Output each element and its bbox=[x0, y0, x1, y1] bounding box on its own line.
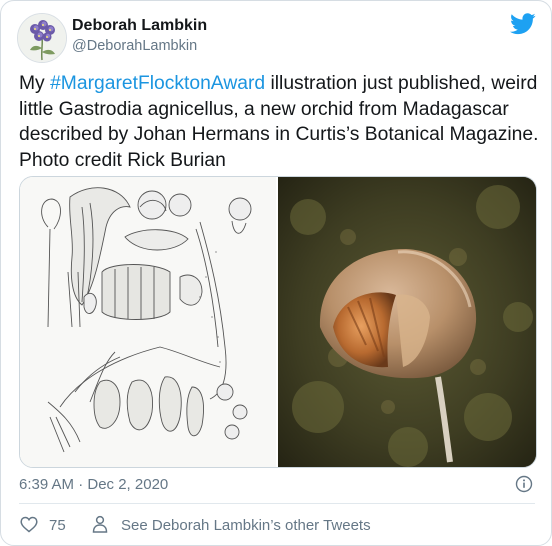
avatar[interactable] bbox=[17, 13, 67, 63]
media-grid bbox=[19, 176, 537, 468]
like-count[interactable]: 75 bbox=[49, 517, 66, 534]
info-icon[interactable] bbox=[515, 475, 533, 493]
see-other-tweets-link[interactable]: See Deborah Lambkin’s other Tweets bbox=[121, 517, 371, 534]
person-icon bbox=[92, 515, 108, 533]
tweet-card: Deborah Lambkin @DeborahLambkin My #Marg… bbox=[0, 0, 552, 546]
heart-icon[interactable] bbox=[20, 516, 38, 533]
author-name[interactable]: Deborah Lambkin bbox=[72, 17, 207, 35]
hashtag-link[interactable]: #MargaretFlocktonAward bbox=[50, 73, 265, 94]
media-photo[interactable] bbox=[278, 177, 536, 467]
divider bbox=[19, 503, 535, 504]
media-illustration[interactable] bbox=[20, 177, 276, 467]
twitter-bird-icon[interactable] bbox=[510, 13, 536, 35]
author-handle[interactable]: @DeborahLambkin bbox=[72, 38, 197, 54]
tweet-text: My #MargaretFlocktonAward illustration j… bbox=[19, 71, 539, 173]
tweet-text-prefix: My bbox=[19, 73, 51, 94]
tweet-timestamp[interactable]: 6:39 AM · Dec 2, 2020 bbox=[19, 476, 168, 493]
